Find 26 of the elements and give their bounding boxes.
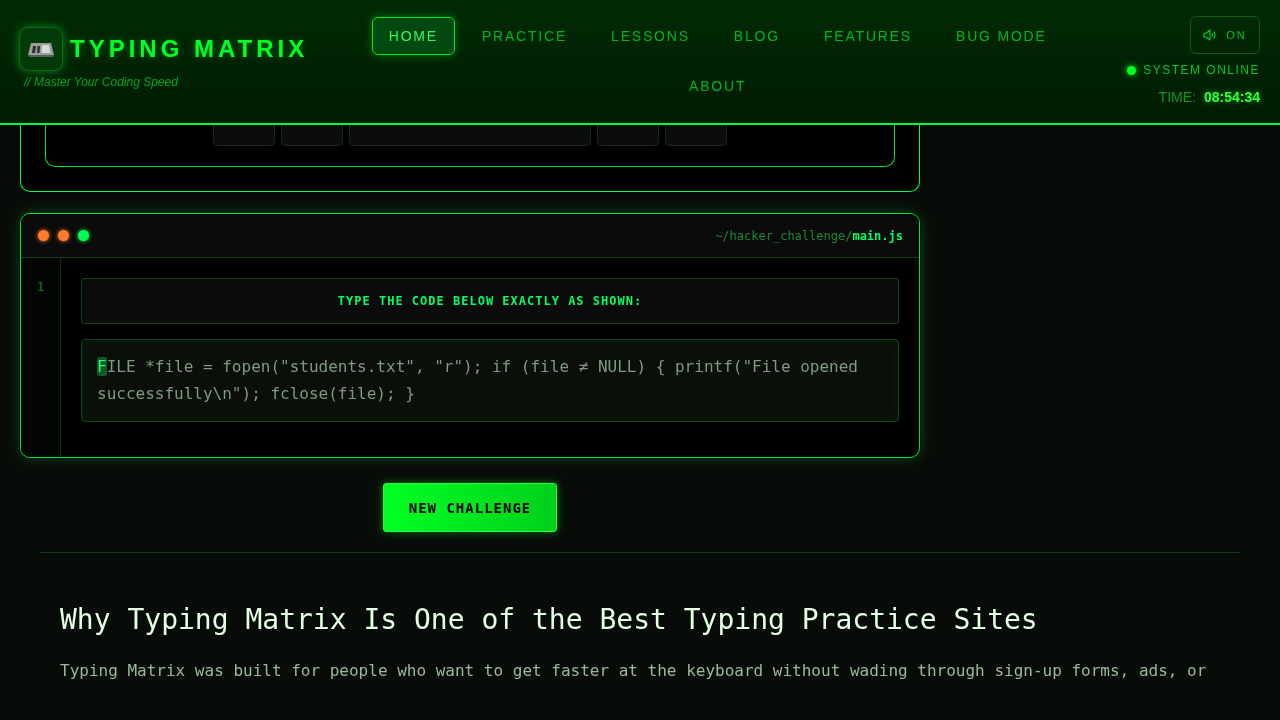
line-number: 1 <box>36 280 45 294</box>
file-path: ~/hacker_challenge/main.js <box>715 228 903 243</box>
nav-link[interactable]: PRACTICE <box>464 17 585 55</box>
speaker-icon <box>1203 29 1217 41</box>
time-label: TIME: <box>1158 89 1196 105</box>
code-text: FILE *file = fopen("students.txt", "r"); if (file ≠ NULL) { printf("File opened successfully\n"); fclose(file); } <box>97 356 859 405</box>
keyboard-key <box>213 125 275 146</box>
new-challenge-button[interactable]: NEW CHALLENGE <box>382 483 558 532</box>
nav-link[interactable]: BLOG <box>716 17 797 55</box>
nav-link[interactable]: ABOUT <box>672 67 764 105</box>
keyboard-key <box>665 125 727 146</box>
keyboard-key <box>281 125 343 146</box>
keyboard-logo-icon <box>19 27 63 71</box>
site-title: TYPING MATRIX <box>70 35 309 63</box>
site-tagline: // Master Your Coding Speed <box>24 75 179 89</box>
nav-link[interactable]: LESSONS <box>594 17 707 55</box>
nav-link[interactable]: FEATURES <box>806 17 929 55</box>
article-paragraph: Typing Matrix was built for people who want to get faster at the keyboard without wading through sign-up forms, ads, or <box>60 660 1208 682</box>
nav-link[interactable]: HOME <box>371 17 455 55</box>
instruction-text: TYPE THE CODE BELOW EXACTLY AS SHOWN: <box>337 294 643 308</box>
sound-toggle-button[interactable]: ON <box>1190 16 1260 54</box>
keyboard-key <box>597 125 659 146</box>
article-heading: Why Typing Matrix Is One of the Best Typing Practice Sites <box>60 603 1039 637</box>
status-text: SYSTEM ONLINE <box>1143 63 1260 77</box>
nav-link[interactable]: BUG MODE <box>939 17 1064 55</box>
time-value: 08:54:34 <box>1203 89 1260 105</box>
